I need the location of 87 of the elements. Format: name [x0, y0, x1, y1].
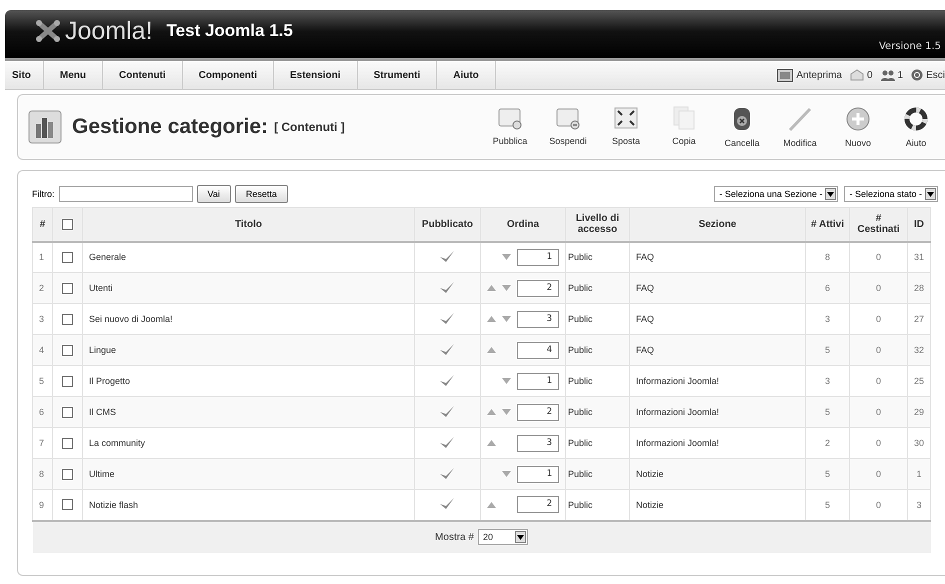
up-arrow-icon[interactable]: [486, 347, 496, 353]
row-checkbox[interactable]: [62, 499, 73, 510]
menu-item[interactable]: Strumenti: [358, 61, 438, 89]
menu-item[interactable]: Menu: [44, 61, 103, 89]
row-checkbox[interactable]: [62, 468, 73, 480]
order-field[interactable]: 2: [516, 404, 559, 420]
move-arrows-icon: [614, 106, 638, 130]
logo-icon: [35, 19, 61, 43]
up-arrow-icon[interactable]: [486, 502, 496, 508]
panel-plus-icon: [498, 106, 522, 130]
section-select[interactable]: - Seleziona una Sezione -: [714, 186, 838, 202]
site-title: Test Joomla 1.5: [166, 21, 293, 41]
page-subtitle: [ Contenuti ]: [274, 120, 345, 134]
toolbar-button[interactable]: Aiuto: [887, 106, 945, 148]
row-checkbox[interactable]: [62, 406, 73, 418]
row-checkbox[interactable]: [62, 314, 73, 325]
order-field[interactable]: 3: [516, 310, 559, 328]
caret-icon: [827, 192, 834, 196]
menu-item[interactable]: Aiuto: [437, 61, 496, 89]
order-field[interactable]: 1: [516, 372, 559, 390]
down-arrow-icon[interactable]: [502, 254, 511, 260]
down-arrow-icon[interactable]: [502, 316, 511, 322]
go-button[interactable]: Vai: [196, 185, 231, 203]
limit-select[interactable]: 20: [478, 529, 528, 545]
column-header[interactable]: Titolo: [82, 208, 414, 242]
toolbar-button[interactable]: Sposta: [597, 106, 655, 148]
page-title: Gestione categorie:: [72, 115, 268, 139]
toolbar-button[interactable]: Sospendi: [539, 106, 597, 148]
status-link[interactable]: Esci: [926, 70, 945, 80]
column-header[interactable]: Livello di accesso: [565, 208, 630, 242]
power-icon: [911, 69, 924, 81]
users-icon: [880, 69, 895, 81]
up-arrow-icon[interactable]: [486, 409, 496, 415]
down-arrow-icon[interactable]: [502, 285, 511, 291]
select-all-checkbox[interactable]: [62, 218, 73, 230]
status-link[interactable]: 0: [866, 70, 873, 80]
reset-button[interactable]: Resetta: [234, 185, 288, 203]
toolbar-button[interactable]: Pubblica: [481, 106, 539, 148]
order-field[interactable]: 3: [516, 434, 559, 452]
order-field[interactable]: 4: [516, 342, 559, 358]
version-label: Versione 1.5: [878, 41, 941, 52]
status-link[interactable]: Anteprima: [796, 70, 842, 80]
order-field[interactable]: 1: [516, 248, 559, 266]
row-checkbox[interactable]: [62, 252, 73, 263]
pencil-icon: [788, 106, 812, 132]
status-link[interactable]: 1: [898, 70, 904, 80]
column-header[interactable]: ID: [907, 208, 930, 242]
column-header[interactable]: Sezione: [629, 208, 806, 242]
menu-item[interactable]: Estensioni: [274, 61, 358, 89]
filter-field[interactable]: [58, 186, 192, 202]
toolbar-button[interactable]: Modifica: [771, 106, 829, 148]
toolbar-button[interactable]: Cancella: [713, 106, 771, 148]
category-manager-icon: [28, 110, 62, 144]
column-header[interactable]: # Attivi: [805, 208, 850, 242]
row-checkbox[interactable]: [62, 282, 73, 294]
menu-item[interactable]: Contenuti: [103, 61, 183, 89]
row-checkbox[interactable]: [62, 376, 73, 387]
order-field[interactable]: 1: [516, 466, 559, 482]
toolbar-button[interactable]: Nuovo: [829, 106, 887, 148]
up-arrow-icon[interactable]: [486, 440, 496, 446]
limit-label: Mostra #: [435, 532, 474, 542]
order-field[interactable]: 2: [516, 280, 559, 296]
row-checkbox[interactable]: [62, 344, 73, 356]
toolbar-button[interactable]: Copia: [655, 106, 713, 148]
down-arrow-icon[interactable]: [502, 378, 511, 384]
lifebuoy-icon: [903, 106, 929, 132]
row-checkbox[interactable]: [62, 438, 73, 449]
state-select[interactable]: - Seleziona stato -: [844, 186, 938, 202]
down-arrow-icon[interactable]: [502, 471, 511, 477]
column-header[interactable]: # Cestinati: [849, 208, 908, 242]
caret-icon: [927, 192, 934, 196]
copy-pages-icon: [672, 106, 696, 130]
monitor-icon: [777, 68, 794, 82]
down-arrow-icon[interactable]: [502, 409, 511, 415]
column-header[interactable]: Ordina: [480, 208, 566, 242]
menu-item[interactable]: Componenti: [182, 61, 274, 89]
up-arrow-icon[interactable]: [486, 285, 496, 291]
panel-minus-icon: [556, 106, 580, 130]
logo-text: Joomla!: [65, 16, 153, 46]
menu-item[interactable]: Sito: [5, 61, 44, 89]
filter-label: Filtro:: [32, 189, 54, 199]
column-header: #: [32, 208, 52, 242]
column-header[interactable]: Pubblicato: [414, 208, 480, 242]
up-arrow-icon[interactable]: [486, 316, 496, 322]
order-field[interactable]: 2: [516, 496, 559, 514]
caret-icon: [516, 534, 524, 540]
plus-circle-icon: [845, 106, 871, 132]
